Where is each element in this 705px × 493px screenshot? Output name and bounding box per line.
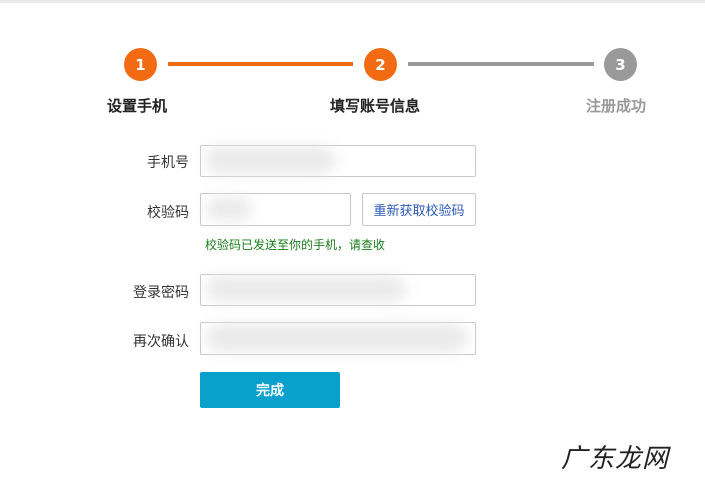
step-connector-1-2	[168, 62, 353, 66]
step-1-circle: 1	[124, 48, 157, 81]
step-2-number: 2	[375, 55, 386, 74]
code-sent-hint: 校验码已发送至你的手机，请查收	[205, 238, 386, 252]
password-label: 登录密码	[133, 285, 189, 301]
step-1-number: 1	[135, 55, 146, 74]
step-3-circle: 3	[604, 48, 637, 81]
finish-button[interactable]: 完成	[200, 372, 340, 408]
watermark-logo: 广东龙网	[560, 444, 669, 474]
confirm-password-label: 再次确认	[133, 334, 189, 350]
redacted-confirm-password	[206, 324, 468, 352]
phone-label: 手机号	[147, 155, 189, 171]
step-3-number: 3	[615, 55, 626, 74]
top-divider	[0, 0, 705, 3]
step-1-label: 设置手机	[107, 97, 168, 115]
redacted-password	[206, 276, 406, 302]
resend-code-button[interactable]: 重新获取校验码	[362, 193, 476, 226]
step-2-circle: 2	[364, 48, 397, 81]
redacted-phone	[205, 146, 335, 174]
step-2-label: 填写账号信息	[330, 97, 421, 115]
redacted-code	[206, 197, 252, 221]
code-label: 校验码	[147, 205, 189, 221]
step-3-label: 注册成功	[586, 97, 647, 115]
step-connector-2-3	[408, 62, 594, 66]
